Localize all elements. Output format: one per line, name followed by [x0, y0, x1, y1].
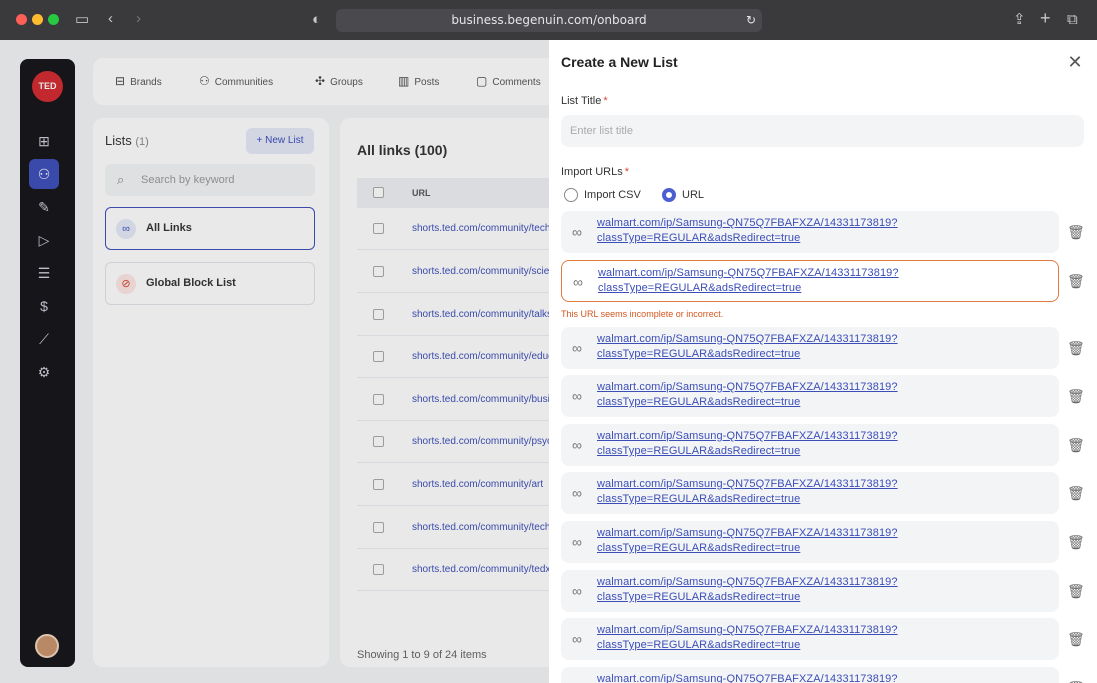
maximize-window-button[interactable] [48, 14, 59, 25]
radio-label: Import CSV [584, 189, 641, 201]
shield-icon[interactable]: ◐ [312, 12, 321, 28]
tabs-overview-icon[interactable]: ⧉ [1067, 12, 1078, 28]
url-entry-error[interactable]: ∞ walmart.com/ip/Samsung-QN75Q7FBAFXZA/14… [561, 260, 1059, 302]
minimize-window-button[interactable] [32, 14, 43, 25]
url-value[interactable]: walmart.com/ip/Samsung-QN75Q7FBAFXZA/143… [597, 429, 1037, 459]
radio-circle[interactable] [564, 188, 578, 202]
link-icon: ∞ [572, 534, 582, 550]
required-mark: * [624, 166, 630, 178]
radio-label: URL [682, 189, 705, 201]
trash-icon[interactable]: 🗑 [1067, 631, 1085, 647]
trash-icon[interactable]: 🗑 [1067, 583, 1085, 599]
link-icon: ∞ [572, 485, 582, 501]
list-title-label: List Title * [561, 95, 608, 107]
new-tab-icon[interactable]: + [1040, 9, 1051, 27]
link-icon: ∞ [573, 274, 583, 290]
trash-icon[interactable]: 🗑 [1067, 273, 1085, 289]
reload-icon[interactable]: ↻ [746, 9, 756, 32]
share-icon[interactable]: ⇪ [1013, 12, 1026, 28]
url-entry[interactable]: ∞ walmart.com/ip/Samsung-QN75Q7FBAFXZA/14… [561, 211, 1059, 253]
url-value[interactable]: walmart.com/ip/Samsung-QN75Q7FBAFXZA/143… [597, 623, 1037, 653]
trash-icon[interactable]: 🗑 [1067, 437, 1085, 453]
url-value[interactable]: walmart.com/ip/Samsung-QN75Q7FBAFXZA/143… [597, 575, 1037, 605]
required-mark: * [603, 95, 608, 107]
address-bar[interactable]: business.begenuin.com/onboard ↻ [336, 9, 762, 32]
close-window-button[interactable] [16, 14, 27, 25]
link-icon: ∞ [572, 631, 582, 647]
forward-icon[interactable]: › [136, 11, 141, 27]
url-value[interactable]: walmart.com/ip/Samsung-QN75Q7FBAFXZA/143… [597, 380, 1037, 410]
url-value[interactable]: walmart.com/ip/Samsung-QN75Q7FBAFXZA/143… [597, 526, 1037, 556]
drawer-title: Create a New List [561, 54, 678, 70]
import-urls-label: Import URLs * [561, 166, 629, 178]
url-value[interactable]: walmart.com/ip/Samsung-QN75Q7FBAFXZA/143… [597, 477, 1037, 507]
url-entry[interactable]: ∞ walmart.com/ip/Samsung-QN75Q7FBAFXZA/14… [561, 424, 1059, 466]
modal-backdrop[interactable] [0, 40, 549, 683]
link-icon: ∞ [572, 224, 582, 240]
url-value[interactable]: walmart.com/ip/Samsung-QN75Q7FBAFXZA/143… [598, 266, 1038, 296]
close-icon[interactable]: ✕ [1065, 52, 1085, 72]
url-entry[interactable]: ∞ walmart.com/ip/Samsung-QN75Q7FBAFXZA/14… [561, 327, 1059, 369]
trash-icon[interactable]: 🗑 [1067, 485, 1085, 501]
url-value[interactable]: walmart.com/ip/Samsung-QN75Q7FBAFXZA/143… [597, 216, 1037, 246]
browser-chrome: ▭ ‹ › ◐ business.begenuin.com/onboard ↻ … [0, 0, 1097, 40]
url-entry[interactable]: ∞ walmart.com/ip/Samsung-QN75Q7FBAFXZA/14… [561, 375, 1059, 417]
list-title-label-text: List Title [561, 95, 602, 107]
url-entry[interactable]: ∞ walmart.com/ip/Samsung-QN75Q7FBAFXZA/14… [561, 472, 1059, 514]
url-entry[interactable]: ∞ walmart.com/ip/Samsung-QN75Q7FBAFXZA/14… [561, 570, 1059, 612]
url-entry[interactable]: ∞ walmart.com/ip/Samsung-QN75Q7FBAFXZA/14… [561, 521, 1059, 563]
create-list-drawer: Create a New List ✕ List Title* Import U… [549, 40, 1097, 683]
back-icon[interactable]: ‹ [108, 11, 113, 27]
url-value[interactable]: walmart.com/ip/Samsung-QN75Q7FBAFXZA/143… [597, 672, 1037, 683]
url-error-message: This URL seems incomplete or incorrect. [561, 309, 724, 319]
trash-icon[interactable]: 🗑 [1067, 224, 1085, 240]
link-icon: ∞ [572, 583, 582, 599]
radio-circle-selected[interactable] [662, 188, 676, 202]
list-title-input[interactable] [561, 115, 1084, 147]
link-icon: ∞ [572, 437, 582, 453]
trash-icon[interactable]: 🗑 [1067, 388, 1085, 404]
link-icon: ∞ [572, 340, 582, 356]
url-value[interactable]: walmart.com/ip/Samsung-QN75Q7FBAFXZA/143… [597, 332, 1037, 362]
sidebar-toggle-icon[interactable]: ▭ [75, 12, 89, 28]
address-text[interactable]: business.begenuin.com/onboard [451, 13, 646, 27]
trash-icon[interactable]: 🗑 [1067, 340, 1085, 356]
link-icon: ∞ [572, 388, 582, 404]
url-entry[interactable]: ∞walmart.com/ip/Samsung-QN75Q7FBAFXZA/14… [561, 667, 1059, 683]
import-urls-label-text: Import URLs [561, 166, 623, 178]
url-entry[interactable]: ∞ walmart.com/ip/Samsung-QN75Q7FBAFXZA/14… [561, 618, 1059, 660]
trash-icon[interactable]: 🗑 [1067, 534, 1085, 550]
